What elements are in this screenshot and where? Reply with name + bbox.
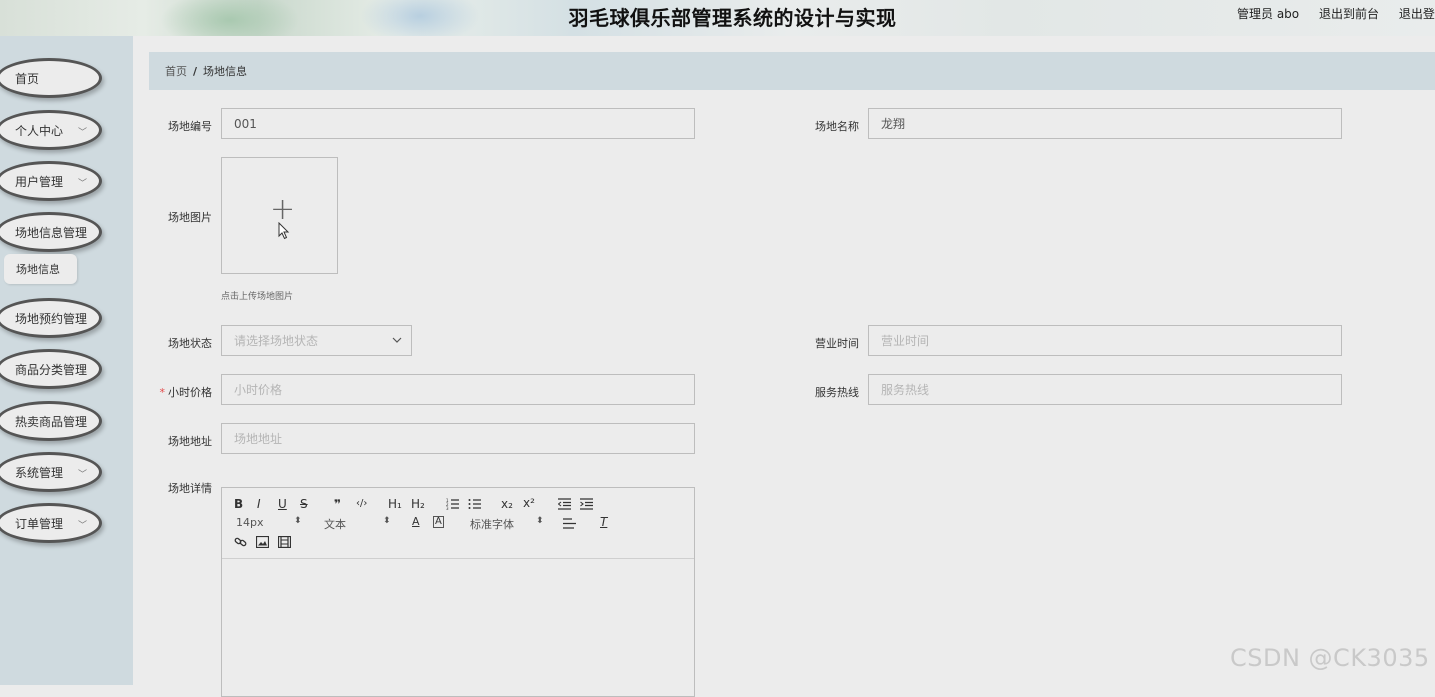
- ordered-list-icon[interactable]: 123: [446, 498, 460, 510]
- hourly-price-label: * 小时价格: [132, 384, 213, 400]
- sidebar-item-system-management[interactable]: 系统管理 ﹀: [0, 452, 102, 492]
- hourly-price-placeholder: 小时价格: [234, 383, 283, 397]
- breadcrumb-current: 场地信息: [203, 65, 248, 78]
- indent-icon[interactable]: [580, 498, 593, 510]
- venue-status-select[interactable]: 请选择场地状态: [221, 325, 412, 356]
- font-family-chevron-icon: ⬍: [536, 516, 544, 526]
- venue-no-label: 场地编号: [168, 120, 212, 133]
- sidebar-item-label: 个人中心: [15, 123, 64, 138]
- superscript-button[interactable]: x²: [523, 496, 535, 510]
- blockquote-button[interactable]: ❞: [334, 497, 341, 511]
- venue-image-label: 场地图片: [168, 211, 212, 224]
- logout-link[interactable]: 退出登: [1399, 7, 1435, 21]
- sidebar-item-venue-management[interactable]: 场地信息管理: [0, 212, 102, 252]
- plus-icon: +: [270, 192, 296, 227]
- hourly-price-label-text: 小时价格: [168, 386, 212, 399]
- bullet-list-icon[interactable]: [468, 498, 482, 510]
- italic-button[interactable]: I: [257, 497, 261, 511]
- sidebar: 首页 个人中心 ﹀ 用户管理 ﹀ 场地信息管理 场地信息 场地预约管理 商品分类…: [0, 36, 133, 685]
- underline-button[interactable]: U: [278, 497, 287, 511]
- service-hotline-label: 服务热线: [815, 386, 859, 399]
- top-header: 羽毛球俱乐部管理系统的设计与实现 管理员 abo 退出到前台 退出登: [0, 0, 1435, 36]
- sidebar-item-booking-management[interactable]: 场地预约管理: [0, 298, 102, 338]
- back-to-frontend-link[interactable]: 退出到前台: [1319, 7, 1379, 21]
- breadcrumb-separator: /: [193, 64, 198, 78]
- video-icon[interactable]: [278, 536, 291, 548]
- mouse-cursor-icon: [278, 222, 290, 240]
- user-label: 管理员 abo: [1237, 7, 1300, 21]
- chevron-down-icon: ﹀: [77, 470, 87, 480]
- image-icon[interactable]: [256, 536, 269, 548]
- sidebar-item-home[interactable]: 首页: [0, 58, 102, 98]
- sidebar-item-label: 用户管理: [15, 174, 64, 189]
- venue-status-label: 场地状态: [168, 337, 212, 350]
- image-upload-box[interactable]: +: [221, 157, 338, 274]
- align-icon[interactable]: [563, 518, 576, 529]
- font-size-select[interactable]: 14px: [236, 516, 264, 529]
- link-icon[interactable]: [234, 536, 247, 548]
- header-select[interactable]: 文本: [324, 516, 346, 532]
- strike-button[interactable]: S: [300, 497, 308, 511]
- sidebar-item-label: 场地预约管理: [15, 311, 88, 326]
- venue-name-value: 龙翔: [881, 117, 906, 131]
- business-hours-input[interactable]: 营业时间: [868, 325, 1342, 356]
- sidebar-item-label: 热卖商品管理: [15, 414, 88, 429]
- business-hours-placeholder: 营业时间: [881, 334, 930, 348]
- breadcrumb: 首页 / 场地信息: [149, 52, 1435, 90]
- venue-detail-label: 场地详情: [168, 482, 212, 495]
- sidebar-item-category-management[interactable]: 商品分类管理: [0, 349, 102, 389]
- image-upload-tip: 点击上传场地图片: [221, 292, 294, 302]
- breadcrumb-home[interactable]: 首页: [165, 63, 187, 79]
- app-title: 羽毛球俱乐部管理系统的设计与实现: [568, 6, 897, 30]
- svg-text:3: 3: [446, 506, 449, 510]
- venue-address-label: 场地地址: [168, 435, 212, 448]
- venue-no-input[interactable]: 001: [221, 108, 695, 139]
- header-user-area: 管理员 abo 退出到前台 退出登: [1237, 5, 1435, 22]
- outdent-icon[interactable]: [558, 498, 571, 510]
- chevron-down-icon: [392, 337, 402, 343]
- editor-toolbar: B I U S ❞ ‹/› H₁ H₂ 123 x₂ x² 14px ⬍ 文本 …: [222, 488, 694, 559]
- business-hours-label: 营业时间: [815, 337, 859, 350]
- venue-address-placeholder: 场地地址: [234, 432, 283, 446]
- sidebar-item-hot-products[interactable]: 热卖商品管理: [0, 401, 102, 441]
- font-family-select[interactable]: 标准字体: [470, 516, 514, 532]
- sidebar-item-label: 系统管理: [15, 465, 64, 480]
- bold-button[interactable]: B: [234, 497, 243, 511]
- sidebar-item-label: 场地信息管理: [15, 225, 88, 240]
- subscript-button[interactable]: x₂: [501, 497, 513, 511]
- sidebar-item-user-management[interactable]: 用户管理 ﹀: [0, 161, 102, 201]
- hourly-price-input[interactable]: 小时价格: [221, 374, 695, 405]
- service-hotline-placeholder: 服务热线: [881, 383, 930, 397]
- sidebar-item-label: 首页: [15, 71, 40, 86]
- venue-name-input[interactable]: 龙翔: [868, 108, 1342, 139]
- venue-name-label: 场地名称: [815, 120, 859, 133]
- venue-status-placeholder: 请选择场地状态: [234, 334, 319, 348]
- h1-button[interactable]: H₁: [388, 497, 402, 511]
- venue-address-input[interactable]: 场地地址: [221, 423, 695, 454]
- background-color-icon[interactable]: A: [433, 516, 444, 528]
- service-hotline-input[interactable]: 服务热线: [868, 374, 1342, 405]
- watermark: CSDN @CK3035: [1230, 644, 1430, 672]
- editor-content-area[interactable]: [222, 559, 694, 696]
- sidebar-item-personal-center[interactable]: 个人中心 ﹀: [0, 110, 102, 150]
- chevron-down-icon: ﹀: [77, 179, 87, 189]
- chevron-down-icon: ﹀: [77, 521, 87, 531]
- sidebar-subitem-venue-info[interactable]: 场地信息: [4, 254, 77, 284]
- sidebar-item-order-management[interactable]: 订单管理 ﹀: [0, 503, 102, 543]
- text-color-icon[interactable]: A: [412, 515, 420, 528]
- clear-format-icon[interactable]: T: [600, 515, 607, 529]
- required-mark: *: [159, 386, 166, 399]
- font-size-chevron-icon: ⬍: [294, 516, 302, 526]
- chevron-down-icon: ﹀: [77, 128, 87, 138]
- venue-no-value: 001: [234, 116, 257, 131]
- code-block-button[interactable]: ‹/›: [356, 498, 367, 509]
- header-chevron-icon: ⬍: [383, 516, 391, 526]
- sidebar-item-label: 订单管理: [15, 516, 64, 531]
- sidebar-item-label: 商品分类管理: [15, 362, 88, 377]
- h2-button[interactable]: H₂: [411, 497, 425, 511]
- rich-text-editor[interactable]: B I U S ❞ ‹/› H₁ H₂ 123 x₂ x² 14px ⬍ 文本 …: [221, 487, 695, 697]
